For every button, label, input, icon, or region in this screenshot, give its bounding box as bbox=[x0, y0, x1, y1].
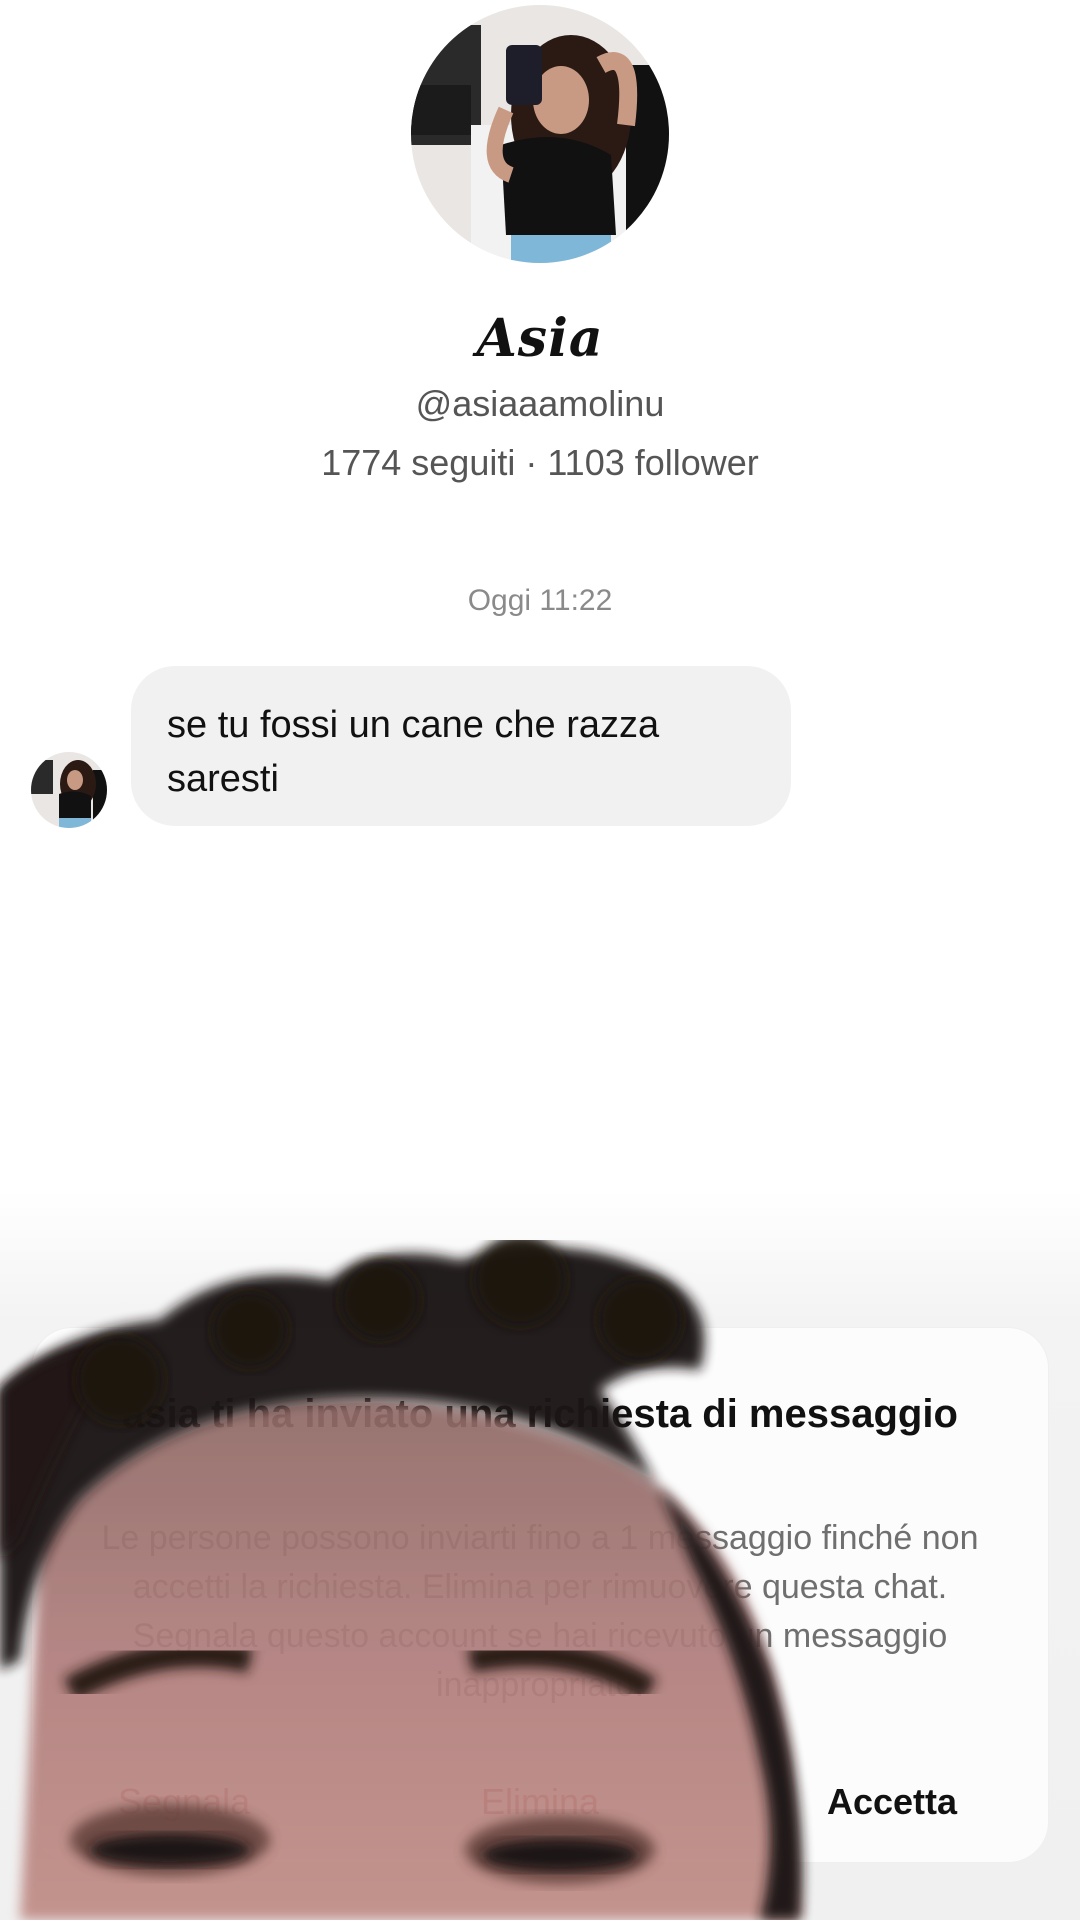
sender-photo-image bbox=[31, 752, 107, 828]
profile-name: Asia bbox=[476, 308, 604, 369]
accept-button[interactable]: Accetta bbox=[782, 1762, 1002, 1842]
request-title: asia ti ha inviato una richiesta di mess… bbox=[122, 1392, 958, 1436]
delete-button[interactable]: Elimina bbox=[430, 1762, 650, 1842]
dm-request-screen: Asia @asiaaamolinu 1774 seguiti · 1103 f… bbox=[0, 0, 1080, 1920]
request-actions: Segnala Elimina Accetta bbox=[32, 1762, 1048, 1842]
request-description: Le persone possono inviarti fino a 1 mes… bbox=[101, 1519, 979, 1704]
message-bubble[interactable]: se tu fossi un cane che razza saresti bbox=[131, 666, 791, 826]
message-timestamp: Oggi 11:22 bbox=[467, 584, 613, 617]
message-request-card: asia ti ha inviato una richiesta di mess… bbox=[32, 1328, 1048, 1862]
profile-photo-image bbox=[411, 5, 669, 263]
report-button[interactable]: Segnala bbox=[118, 1762, 318, 1842]
profile-avatar[interactable] bbox=[411, 5, 669, 263]
sender-avatar[interactable] bbox=[31, 752, 107, 828]
profile-stats: 1774 seguiti · 1103 follower bbox=[321, 442, 759, 483]
profile-handle[interactable]: @asiaaamolinu bbox=[0, 383, 1080, 425]
